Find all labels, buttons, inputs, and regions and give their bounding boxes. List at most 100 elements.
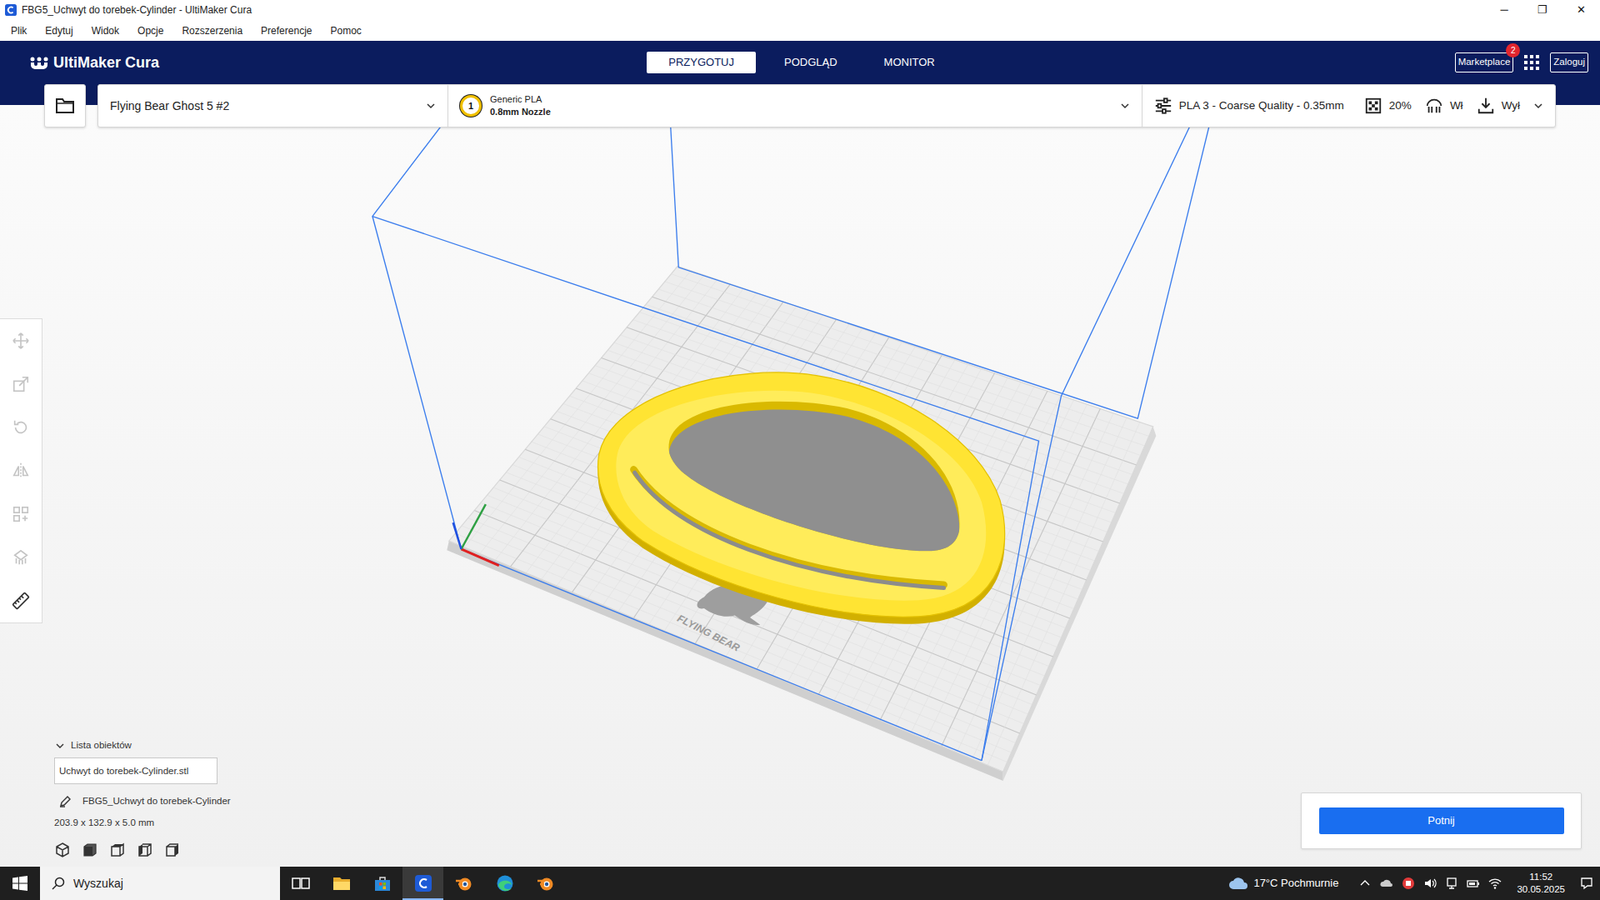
- job-name[interactable]: FBG5_Uchwyt do torebek-Cylinder: [54, 794, 231, 809]
- menu-item[interactable]: Edytuj: [35, 23, 82, 39]
- taskbar-app[interactable]: [361, 866, 403, 900]
- measure-tool-icon: [11, 591, 30, 610]
- support-tool-icon: [11, 548, 30, 567]
- front-view-icon[interactable]: [81, 841, 99, 859]
- network-icon[interactable]: [1488, 876, 1502, 890]
- chevron-down-icon: [425, 100, 436, 111]
- svg-text:FLYING BEAR: FLYING BEAR: [675, 612, 742, 655]
- extruder-badge: 1: [460, 95, 482, 117]
- notification-badge: 2: [1505, 43, 1520, 58]
- stage-tab[interactable]: MONITOR: [865, 51, 954, 74]
- chevron-icon: [55, 741, 65, 750]
- windows-logo-icon: [12, 875, 28, 891]
- onedrive-icon[interactable]: [1380, 876, 1394, 890]
- tool-button[interactable]: [0, 319, 42, 363]
- cloud-icon: [1228, 875, 1249, 891]
- folder-icon: [55, 96, 75, 115]
- tool-panel: [0, 318, 43, 624]
- axes: [453, 504, 500, 566]
- chevron-down-icon: [1533, 100, 1544, 111]
- mirror-tool-icon: [11, 461, 30, 480]
- app-icon: [5, 4, 17, 16]
- blender-icon: [535, 873, 556, 894]
- tool-button[interactable]: [0, 362, 42, 406]
- marketplace-button[interactable]: Marketplace 2: [1455, 52, 1515, 73]
- store-icon: [372, 873, 393, 894]
- taskview-icon: [290, 873, 311, 894]
- taskbar-app[interactable]: [320, 866, 362, 900]
- menu-item[interactable]: Preferencje: [251, 23, 321, 39]
- menu-item[interactable]: Rozszerzenia: [172, 23, 252, 39]
- notifications-icon[interactable]: [1580, 876, 1594, 890]
- right-view-icon[interactable]: [164, 841, 181, 859]
- start-button[interactable]: [0, 866, 40, 900]
- tool-button[interactable]: [0, 492, 42, 536]
- cura-icon: [413, 873, 434, 894]
- menu-item[interactable]: Pomoc: [320, 23, 370, 39]
- object-list-item[interactable]: Uchwyt do torebek-Cylinder.stl: [54, 757, 218, 785]
- search-box[interactable]: Wyszukaj: [40, 866, 280, 900]
- support-icon: [1425, 96, 1444, 115]
- close-button[interactable]: ✕: [1561, 0, 1600, 20]
- taskbar-app[interactable]: [525, 866, 566, 900]
- model-object[interactable]: [598, 372, 1005, 625]
- left-view-icon[interactable]: [136, 841, 154, 859]
- login-button[interactable]: Zaloguj: [1550, 52, 1589, 73]
- settings-toolbar: Flying Bear Ghost 5 #2 1 Generic PLA 0.8…: [44, 84, 1556, 128]
- minimize-button[interactable]: ─: [1485, 0, 1524, 20]
- tool-button[interactable]: [0, 449, 42, 493]
- object-list-toggle[interactable]: Lista obiektów: [54, 738, 231, 753]
- weather-widget[interactable]: 17°C Pochmurnie: [1228, 875, 1339, 892]
- blender-icon: [454, 873, 475, 894]
- menu-item[interactable]: Widok: [82, 23, 129, 39]
- arrange-tool-icon: [11, 505, 30, 524]
- ultimaker-logo-icon: [30, 55, 49, 70]
- rotate-tool-icon: [11, 418, 30, 437]
- record-icon[interactable]: [1401, 876, 1415, 890]
- taskbar-app[interactable]: [443, 866, 485, 900]
- show-hidden-icon[interactable]: [1358, 876, 1372, 890]
- taskbar: Wyszukaj 17°C Pochmurnie 11:52 30.05.202…: [0, 866, 1600, 900]
- edge-icon: [495, 873, 515, 894]
- stage-tab[interactable]: PRZYGOTUJ: [646, 51, 756, 74]
- tool-button[interactable]: [0, 579, 42, 623]
- tool-button[interactable]: [0, 535, 42, 580]
- printer-selector[interactable]: Flying Bear Ghost 5 #2: [98, 85, 448, 127]
- volume-icon[interactable]: [1423, 876, 1437, 890]
- display-icon[interactable]: [1445, 876, 1459, 890]
- 3d-view-icon[interactable]: [54, 841, 71, 859]
- clock[interactable]: 11:52 30.05.2025: [1516, 870, 1565, 896]
- move-tool-icon: [11, 331, 30, 350]
- battery-icon[interactable]: [1466, 876, 1480, 890]
- menu-item[interactable]: Plik: [1, 23, 36, 39]
- adhesion-icon: [1476, 96, 1495, 115]
- chevron-down-icon: [1120, 100, 1130, 111]
- viewport[interactable]: FLYING BEAR: [0, 105, 1600, 867]
- build-plate-scene[interactable]: FLYING BEAR: [0, 105, 1600, 867]
- stage-tab[interactable]: PODGLĄD: [765, 51, 856, 74]
- tool-button[interactable]: [0, 405, 42, 450]
- window-title: FBG5_Uchwyt do torebek-Cylinder - UltiMa…: [21, 2, 252, 18]
- slice-button[interactable]: Potnij: [1319, 807, 1565, 835]
- taskbar-app[interactable]: [402, 866, 444, 900]
- taskbar-app[interactable]: [280, 866, 321, 900]
- menu-item[interactable]: Opcje: [128, 23, 173, 39]
- menu-bar: PlikEdytujWidokOpcjeRozszerzeniaPreferen…: [0, 20, 1600, 41]
- taskbar-app[interactable]: [484, 866, 525, 900]
- stage-tabs: PRZYGOTUJ PODGLĄD MONITOR: [646, 50, 953, 74]
- pencil-icon: [59, 795, 71, 808]
- slice-panel: Potnij: [1300, 792, 1582, 850]
- logo-text: UltiMaker Cura: [53, 51, 160, 75]
- object-dimensions: 203.9 x 132.9 x 5.0 mm: [54, 815, 231, 830]
- build-volume: [372, 105, 1215, 761]
- open-file-button[interactable]: [44, 84, 86, 128]
- print-settings-selector[interactable]: PLA 3 - Coarse Quality - 0.35mm 20% Wł W…: [1141, 85, 1555, 127]
- restore-button[interactable]: ❐: [1523, 0, 1562, 20]
- explorer-icon: [331, 873, 352, 894]
- logo: UltiMaker Cura: [0, 50, 647, 75]
- title-bar: FBG5_Uchwyt do torebek-Cylinder - UltiMa…: [0, 0, 1600, 20]
- apps-grid-icon[interactable]: [1523, 54, 1540, 71]
- material-selector[interactable]: 1 Generic PLA 0.8mm Nozzle: [447, 85, 1142, 127]
- system-tray: 17°C Pochmurnie 11:52 30.05.2025: [1228, 866, 1600, 900]
- top-view-icon[interactable]: [109, 841, 126, 859]
